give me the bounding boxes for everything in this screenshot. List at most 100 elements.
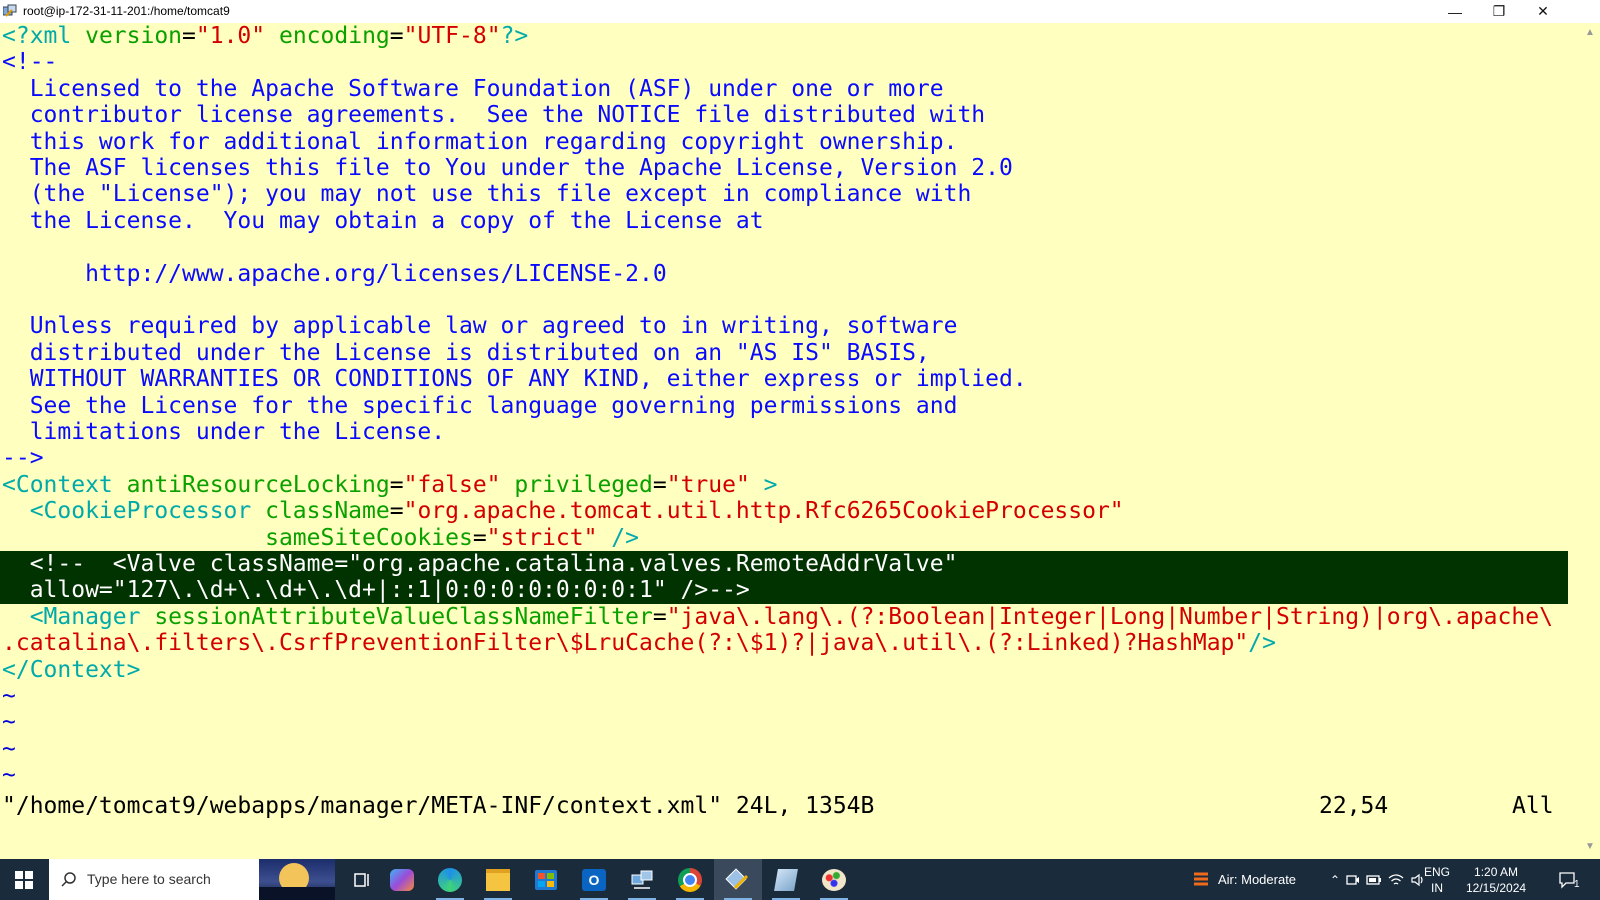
code-token: "org.apache.tomcat.util.http.Rfc6265Cook… (403, 498, 1124, 525)
code-token: See the License for the specific languag… (2, 392, 958, 419)
slate-app-icon (774, 868, 798, 891)
editor-line: <Manager sessionAttributeValueClassNameF… (2, 604, 1553, 631)
clock-time: 1:20 AM (1474, 864, 1519, 879)
show-hidden-icons-icon[interactable]: ⌃ (1330, 873, 1340, 887)
meet-now-icon[interactable] (1346, 873, 1360, 887)
chrome-icon (678, 867, 702, 892)
editor-line: .catalina\.filters\.CsrfPreventionFilter… (2, 630, 1276, 657)
editor-line: The ASF licenses this file to You under … (2, 155, 1013, 182)
editor-line: WITHOUT WARRANTIES OR CONDITIONS OF ANY … (2, 366, 1027, 393)
taskbar-file-explorer[interactable] (474, 859, 522, 900)
window-titlebar: root@ip-172-31-11-201:/home/tomcat9 — ❐ … (0, 0, 1600, 23)
code-token: limitations under the License. (2, 419, 446, 445)
code-token: (the "License"); you may not use this fi… (2, 181, 972, 208)
code-token: ~ (2, 762, 16, 789)
editor-line: distributed under the License is distrib… (2, 340, 930, 367)
taskbar-chrome[interactable] (666, 859, 714, 900)
editor-line: limitations under the License. (2, 419, 445, 446)
windows-icon (15, 870, 33, 889)
code-token: antiResourceLocking (112, 471, 390, 498)
paint-icon (822, 868, 846, 891)
code-token: /> (1248, 630, 1276, 657)
code-token: contributor license agreements. See the … (2, 102, 986, 129)
scrollbar[interactable]: ▲ ▼ (1580, 23, 1600, 859)
weather-text: Air: Moderate (1218, 872, 1297, 887)
code-token: sameSiteCookies (2, 524, 473, 551)
code-token: "true" (666, 471, 750, 498)
minimize-button[interactable]: — (1432, 0, 1478, 23)
editor-line: <!-- (2, 49, 57, 76)
taskbar-putty[interactable] (714, 859, 762, 900)
scroll-up-arrow-icon[interactable]: ▲ (1584, 27, 1596, 39)
language-indicator[interactable]: ENG IN (1424, 859, 1450, 900)
selected-text: allow="127\.\d+\.\d+\.\d+|::1|0:0:0:0:0:… (2, 577, 750, 604)
weather-widget[interactable]: Air: Moderate (1192, 859, 1296, 900)
folder-icon (486, 868, 510, 891)
editor-line: (the "License"); you may not use this fi… (2, 181, 972, 208)
code-token: "false" (403, 471, 501, 498)
code-token: ~ (2, 683, 16, 709)
network-computers-icon (631, 870, 653, 889)
code-token: encoding (265, 23, 390, 49)
editor-line: http://www.apache.org/licenses/LICENSE-2… (2, 261, 667, 288)
code-token: <Manager (2, 603, 141, 630)
code-token: <Context (2, 471, 113, 498)
editor-line: --> (2, 445, 44, 472)
code-token: "UTF-8" (403, 23, 501, 49)
code-token: WITHOUT WARRANTIES OR CONDITIONS OF ANY … (2, 366, 1027, 393)
scroll-down-arrow-icon[interactable]: ▼ (1584, 841, 1596, 853)
code-token: = (389, 498, 404, 525)
wifi-icon[interactable] (1388, 873, 1404, 887)
editor-line: contributor license agreements. See the … (2, 102, 985, 129)
taskbar-app-slate[interactable] (762, 859, 810, 900)
editor-line: <!-- <Valve className="org.apache.catali… (2, 551, 958, 578)
code-token: http://www.apache.org/licenses/LICENSE-2… (2, 260, 667, 287)
code-token: = (652, 471, 667, 498)
code-token: = (389, 23, 404, 49)
language-region: IN (1431, 880, 1443, 895)
editor-line: ~ (2, 762, 16, 789)
taskbar-paint[interactable] (810, 859, 858, 900)
editor-line: <Context antiResourceLocking="false" pri… (2, 472, 778, 499)
taskbar-remote-desktop[interactable] (618, 859, 666, 900)
copilot-icon (390, 868, 414, 891)
search-icon (61, 872, 76, 887)
code-token: ~ (2, 735, 16, 762)
taskbar-search-box[interactable]: Type here to search (49, 859, 335, 900)
outlook-icon: O (582, 868, 606, 891)
taskbar-store[interactable] (522, 859, 570, 900)
code-token: = (182, 23, 196, 49)
notification-count: 1 (1574, 879, 1580, 890)
terminal-editor[interactable]: <?xml version="1.0" encoding="UTF-8"?> <!… (0, 23, 1580, 859)
code-token: <!-- (2, 49, 58, 76)
code-token: Unless required by applicable law or agr… (2, 313, 958, 340)
clock[interactable]: 1:20 AM 12/15/2024 (1466, 859, 1526, 900)
code-token: className (251, 498, 390, 525)
taskbar-outlook[interactable]: O (570, 859, 618, 900)
notification-center-button[interactable]: 1 (1558, 859, 1580, 900)
battery-icon[interactable] (1366, 874, 1382, 886)
taskbar: Type here to search O Air: Moderate ⌃ EN… (0, 859, 1600, 900)
system-tray[interactable]: ⌃ (1330, 859, 1426, 900)
code-token: The ASF licenses this file to You under … (2, 155, 1013, 181)
status-cursor-position: 22,54 (1319, 792, 1389, 819)
code-token: = (472, 524, 487, 551)
taskbar-copilot[interactable] (378, 859, 426, 900)
restore-button[interactable]: ❐ (1476, 0, 1522, 23)
selected-text: <!-- <Valve className="org.apache.catali… (29, 551, 958, 577)
search-placeholder: Type here to search (87, 871, 211, 887)
code-token: distributed under the License is distrib… (2, 339, 930, 366)
editor-line: <?xml version="1.0" encoding="UTF-8"?> (2, 23, 528, 50)
taskbar-edge[interactable] (426, 859, 474, 900)
code-token: "strict" (486, 524, 598, 551)
editor-line: Licensed to the Apache Software Foundati… (2, 76, 944, 103)
code-token: "java\.lang\.(?:Boolean|Integer|Long|Num… (666, 603, 1553, 630)
editor-line: ~ (2, 736, 16, 763)
code-token: this work for additional information reg… (2, 128, 958, 155)
code-token: = (652, 603, 667, 630)
editor-line: See the License for the specific languag… (2, 392, 958, 420)
start-button[interactable] (0, 859, 48, 900)
code-token: "1.0" (195, 23, 266, 49)
close-button[interactable]: ✕ (1520, 0, 1566, 23)
code-token: the License. You may obtain a copy of th… (2, 207, 764, 234)
